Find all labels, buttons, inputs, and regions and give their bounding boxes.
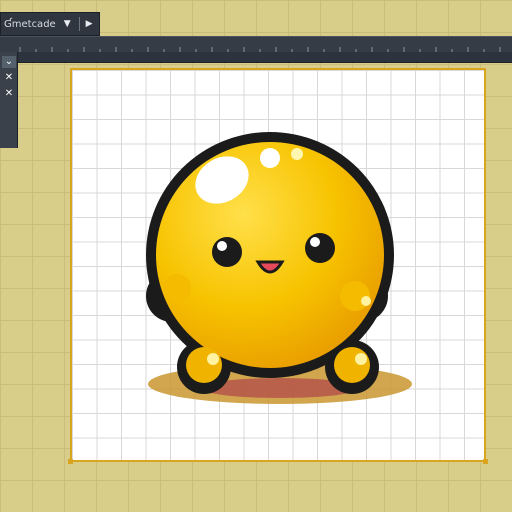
top-toolbar: Ɠmetcade ▼ ▶: [0, 12, 100, 36]
check-down-icon[interactable]: ⌄: [2, 56, 16, 68]
app-title: Ɠmetcade: [4, 18, 56, 30]
resize-handle-bl[interactable]: [68, 459, 73, 464]
secondary-ruler: [18, 52, 512, 63]
triangle-down-icon[interactable]: ▼: [64, 19, 71, 29]
cross-icon[interactable]: ✕: [2, 72, 16, 84]
sprite-canvas[interactable]: [68, 68, 488, 464]
cross-icon[interactable]: ✕: [2, 88, 16, 100]
yellow-blob-sprite: [146, 132, 412, 404]
ruler-ticks: [19, 47, 501, 52]
resize-handle-br[interactable]: [483, 459, 488, 464]
play-icon[interactable]: ▶: [86, 19, 93, 29]
tool-panel: ⌄ ✕ ✕: [0, 52, 18, 148]
toolbar-divider: [78, 17, 80, 31]
